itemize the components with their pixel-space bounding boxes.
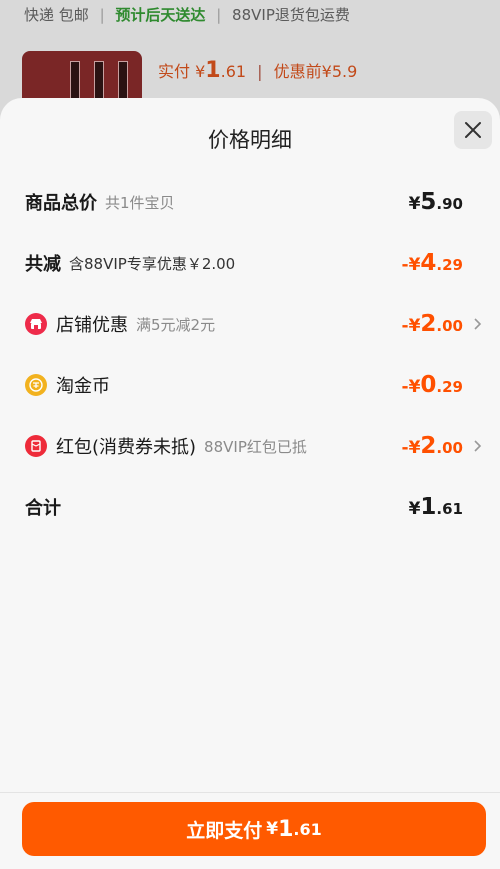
total-discount-note: 含88VIP专享优惠￥2.00	[69, 254, 236, 273]
background-price: 实付 ¥1.61 | 优惠前¥5.9	[158, 58, 358, 83]
subtotal-amount: ¥5.90	[408, 189, 463, 215]
chevron-right-icon	[474, 440, 482, 452]
row-subtotal: 商品总价 共1件宝贝 ¥5.90	[25, 184, 485, 220]
close-button[interactable]	[454, 111, 492, 149]
row-red-packet[interactable]: 红包(消费券未抵) 88VIP红包已抵 -¥2.00	[25, 428, 485, 464]
store-discount-label: 店铺优惠	[56, 315, 128, 336]
sheet-title: 价格明细	[208, 128, 292, 152]
taojinbi-label: 淘金币	[56, 376, 110, 397]
row-store-discount[interactable]: 店铺优惠 满5元减2元 -¥2.00	[25, 306, 485, 342]
shipping-text: 快递 包邮	[24, 6, 89, 24]
red-packet-label: 红包(消费券未抵)	[56, 437, 197, 458]
row-total-discount: 共减 含88VIP专享优惠￥2.00 -¥4.29	[25, 245, 485, 281]
chevron-right-icon	[474, 318, 482, 330]
total-discount-amount: -¥4.29	[401, 250, 463, 276]
red-packet-note: 88VIP红包已抵	[204, 437, 307, 456]
coin-icon	[25, 374, 47, 396]
total-amount: ¥1.61	[408, 494, 463, 520]
store-icon	[25, 313, 47, 335]
store-discount-amount: -¥2.00	[401, 311, 463, 337]
row-total: 合计 ¥1.61	[25, 489, 485, 525]
return-policy: 88VIP退货包运费	[232, 6, 350, 24]
taojinbi-amount: -¥0.29	[401, 372, 463, 398]
pay-amount: 1	[278, 816, 294, 842]
row-taojinbi: 淘金币 -¥0.29	[25, 367, 485, 403]
original-price: ¥5.9	[321, 62, 358, 81]
pay-now-button[interactable]: 立即支付 ¥1.61	[22, 802, 486, 856]
delivery-estimate: 预计后天送达	[115, 6, 206, 24]
total-label: 合计	[25, 498, 61, 519]
close-icon	[465, 122, 481, 138]
footer-divider	[0, 792, 500, 793]
store-discount-rule: 满5元减2元	[136, 315, 216, 334]
pay-now-label: 立即支付	[186, 819, 263, 842]
red-packet-icon	[25, 435, 47, 457]
shipping-info: 快递 包邮 | 预计后天送达 | 88VIP退货包运费	[24, 6, 350, 24]
subtotal-count: 共1件宝贝	[105, 193, 175, 212]
red-packet-amount: -¥2.00	[401, 433, 463, 459]
total-discount-label: 共减	[25, 254, 61, 275]
price-detail-sheet: 价格明细 商品总价 共1件宝贝 ¥5.90 共减 含88VIP专享优惠￥2.00…	[0, 98, 500, 869]
original-price-label: 优惠前	[273, 62, 322, 81]
subtotal-label: 商品总价	[25, 193, 97, 214]
price-label: 实付	[158, 62, 191, 81]
